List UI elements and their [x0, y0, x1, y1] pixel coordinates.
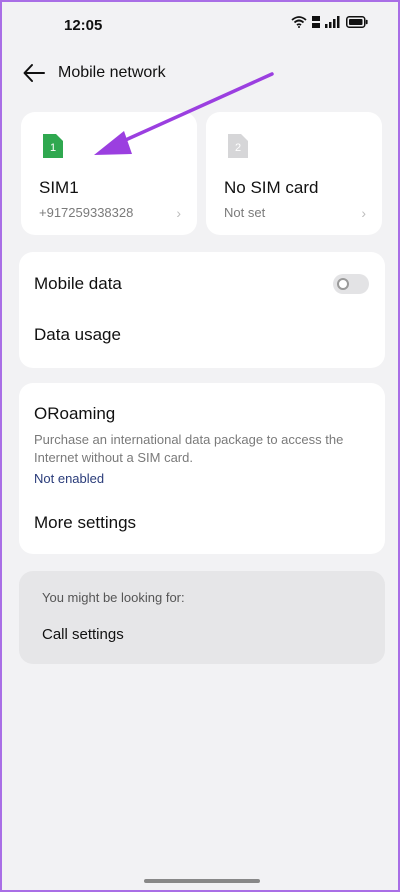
sim2-icon: 2 [228, 134, 248, 158]
suggestion-hint: You might be looking for: [42, 590, 185, 605]
more-settings-item[interactable]: More settings [34, 513, 136, 533]
header: Mobile network [2, 56, 398, 90]
mobile-data-toggle[interactable] [333, 274, 369, 294]
roaming-card: ORoaming Purchase an international data … [19, 383, 385, 554]
mobile-data-label[interactable]: Mobile data [34, 274, 122, 294]
sim1-icon: 1 [43, 134, 63, 158]
chevron-right-icon: › [361, 205, 366, 221]
volte-icon [312, 16, 320, 28]
wifi-icon [291, 16, 307, 28]
sim1-card[interactable]: 1 SIM1 +917259338328 › [21, 112, 197, 235]
data-usage-item[interactable]: Data usage [34, 325, 121, 345]
sim2-card[interactable]: 2 No SIM card Not set › [206, 112, 382, 235]
status-icons [291, 16, 368, 28]
sim2-name: No SIM card [224, 178, 319, 197]
page-title: Mobile network [58, 64, 166, 81]
toggle-knob [337, 278, 349, 290]
back-arrow-icon[interactable] [22, 62, 46, 84]
battery-icon [346, 16, 368, 28]
data-settings-card: Mobile data Data usage [19, 252, 385, 368]
sim2-badge-number: 2 [235, 142, 241, 154]
oroaming-status: Not enabled [34, 471, 105, 486]
sim1-name: SIM1 [39, 178, 79, 197]
suggestion-card: You might be looking for: Call settings [19, 571, 385, 664]
oroaming-item[interactable]: ORoaming [34, 404, 115, 424]
chevron-right-icon: › [176, 205, 181, 221]
oroaming-description: Purchase an international data package t… [34, 432, 344, 465]
status-bar: 12:05 [2, 2, 398, 50]
sim1-badge-number: 1 [50, 142, 56, 154]
sim1-number: +917259338328 [39, 205, 134, 220]
call-settings-link[interactable]: Call settings [42, 626, 124, 643]
home-indicator[interactable] [144, 879, 260, 883]
status-time: 12:05 [64, 17, 103, 34]
sim2-status: Not set [224, 205, 266, 220]
signal-icon [325, 16, 340, 28]
